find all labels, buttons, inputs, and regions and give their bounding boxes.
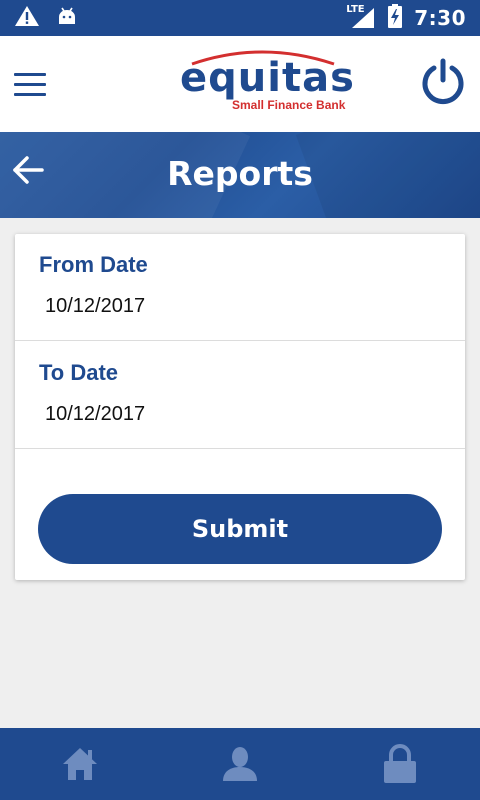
status-bar: LTE 7:30 — [0, 0, 480, 36]
app-header: equitas Small Finance Bank — [0, 36, 480, 132]
status-left — [14, 5, 78, 31]
from-date-value[interactable]: 10/12/2017 — [45, 295, 145, 318]
title-bar: Reports — [0, 132, 480, 218]
profile-icon — [223, 747, 257, 781]
nav-lock[interactable] — [320, 728, 480, 800]
to-date-field[interactable]: To Date 10/12/2017 — [15, 342, 465, 449]
android-icon — [56, 5, 78, 31]
to-date-value[interactable]: 10/12/2017 — [45, 403, 145, 426]
report-form-card: From Date 10/12/2017 To Date 10/12/2017 … — [15, 234, 465, 580]
menu-icon-bar — [14, 93, 46, 96]
status-right: LTE 7:30 — [346, 4, 466, 32]
to-date-label: To Date — [39, 360, 119, 385]
menu-icon-bar — [14, 73, 46, 76]
bank-logo: equitas Small Finance Bank — [180, 46, 354, 116]
warning-icon — [14, 5, 40, 31]
submit-button[interactable]: Submit — [38, 494, 442, 564]
logo-subtitle: Small Finance Bank — [232, 98, 346, 112]
from-date-label: From Date — [39, 252, 148, 277]
menu-icon-bar — [14, 83, 46, 86]
home-icon — [63, 748, 97, 780]
from-date-field[interactable]: From Date 10/12/2017 — [15, 234, 465, 341]
signal-icon: LTE — [346, 4, 376, 30]
power-icon — [422, 58, 464, 105]
battery-charging-icon — [388, 4, 403, 32]
page-title: Reports — [167, 154, 313, 193]
nav-profile[interactable] — [160, 728, 320, 800]
logout-button[interactable] — [420, 56, 466, 106]
nav-home[interactable] — [0, 728, 160, 800]
status-time: 7:30 — [414, 6, 466, 30]
bottom-nav — [0, 728, 480, 800]
logo-word: equitas — [180, 55, 355, 101]
lock-icon — [384, 744, 416, 783]
menu-button[interactable] — [14, 73, 46, 96]
